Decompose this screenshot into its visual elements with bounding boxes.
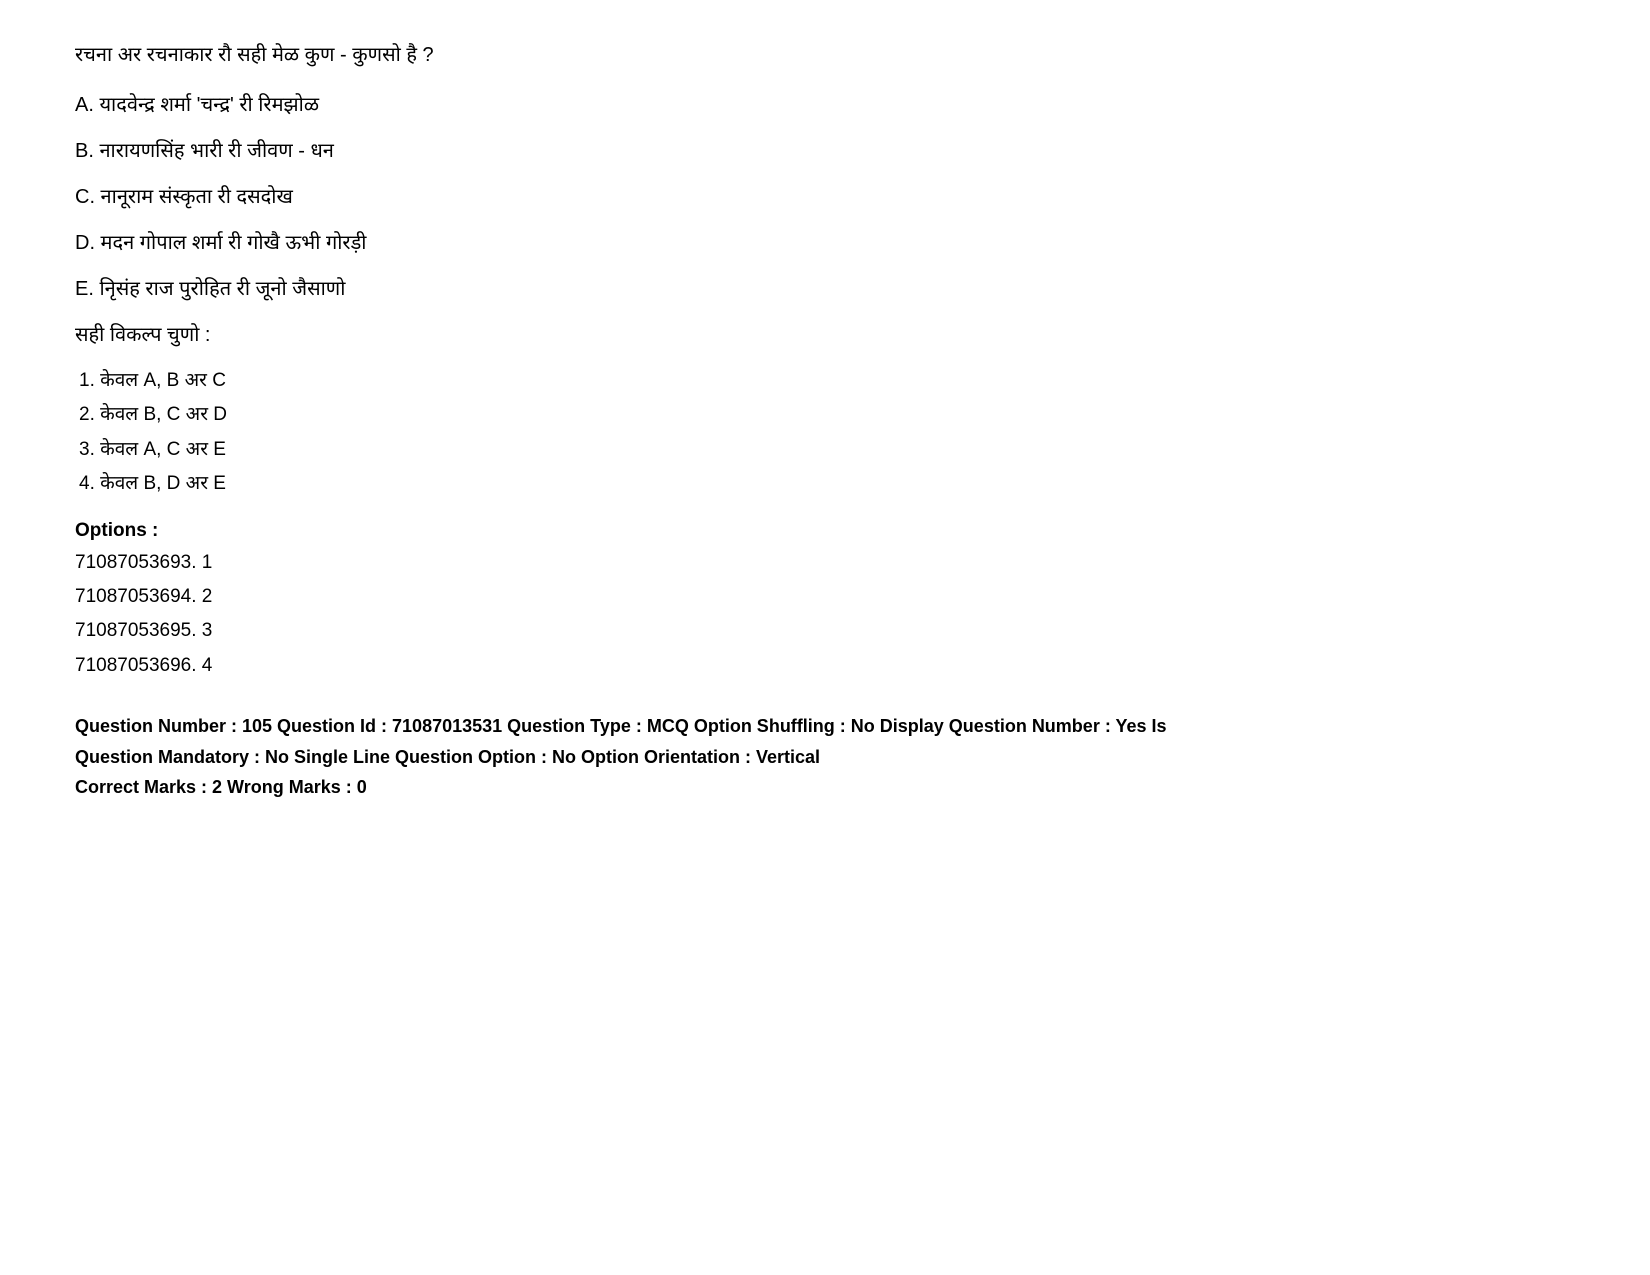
option-code-4: 71087053696. 4 — [75, 651, 1575, 681]
option-d: D. मदन गोपाल शर्मा री गोखै ऊभी गोरड़ी — [75, 228, 1575, 258]
option-e: E. नृिसंह राज पुरोहित री जूनो जैसाणो — [75, 274, 1575, 304]
question-text: रचना अर रचनाकार रौ सही मेळ कुण - कुणसो ह… — [75, 40, 1575, 70]
metadata-line-3: Correct Marks : 2 Wrong Marks : 0 — [75, 772, 1575, 803]
option-code-1: 71087053693. 1 — [75, 548, 1575, 578]
choice-4: 4. केवल B, D अर E — [79, 469, 1575, 499]
option-code-3: 71087053695. 3 — [75, 616, 1575, 646]
option-c: C. नानूराम संस्कृता री दसदोख — [75, 182, 1575, 212]
metadata-line-1: Question Number : 105 Question Id : 7108… — [75, 711, 1575, 742]
option-code-2: 71087053694. 2 — [75, 582, 1575, 612]
metadata-line-2: Question Mandatory : No Single Line Ques… — [75, 742, 1575, 773]
choice-3: 3. केवल A, C अर E — [79, 435, 1575, 465]
option-b: B. नारायणसिंह भारी री जीवण - धन — [75, 136, 1575, 166]
choice-2: 2. केवल B, C अर D — [79, 400, 1575, 430]
option-a: A. यादवेन्द्र शर्मा 'चन्द्र' री रिमझोळ — [75, 90, 1575, 120]
choice-1: 1. केवल A, B अर C — [79, 366, 1575, 396]
options-label: Options : — [75, 520, 1575, 542]
select-label: सही विकल्प चुणो : — [75, 320, 1575, 350]
